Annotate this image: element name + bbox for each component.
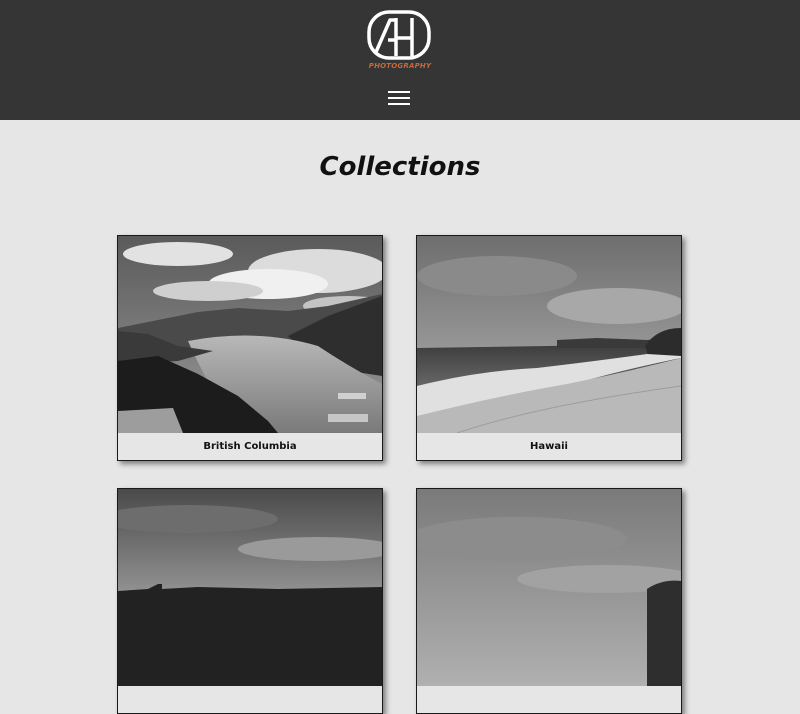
collection-photo[interactable]: [417, 489, 681, 686]
page-title: Collections: [319, 152, 481, 182]
collection-label: [417, 686, 681, 713]
site-header: PHOTOGRAPHY: [0, 0, 800, 120]
menu-bar: [388, 91, 410, 93]
logo-subtitle: PHOTOGRAPHY: [368, 62, 432, 70]
collection-card-british-columbia[interactable]: British Columbia: [117, 235, 383, 461]
collection-card[interactable]: [416, 488, 682, 714]
collection-label: [118, 686, 382, 713]
collection-photo[interactable]: [118, 489, 382, 686]
hamburger-menu-icon[interactable]: [387, 88, 411, 108]
menu-bar: [388, 97, 410, 99]
collection-photo[interactable]: [118, 236, 382, 433]
collection-label: British Columbia: [203, 441, 297, 452]
menu-bar: [388, 103, 410, 105]
collection-photo[interactable]: [417, 236, 681, 433]
logo[interactable]: PHOTOGRAPHY: [366, 10, 434, 72]
collection-label: Hawaii: [530, 441, 568, 452]
collection-card-hawaii[interactable]: Hawaii: [416, 235, 682, 461]
ah-monogram-logo-icon: [367, 10, 431, 60]
collection-card[interactable]: [117, 488, 383, 714]
